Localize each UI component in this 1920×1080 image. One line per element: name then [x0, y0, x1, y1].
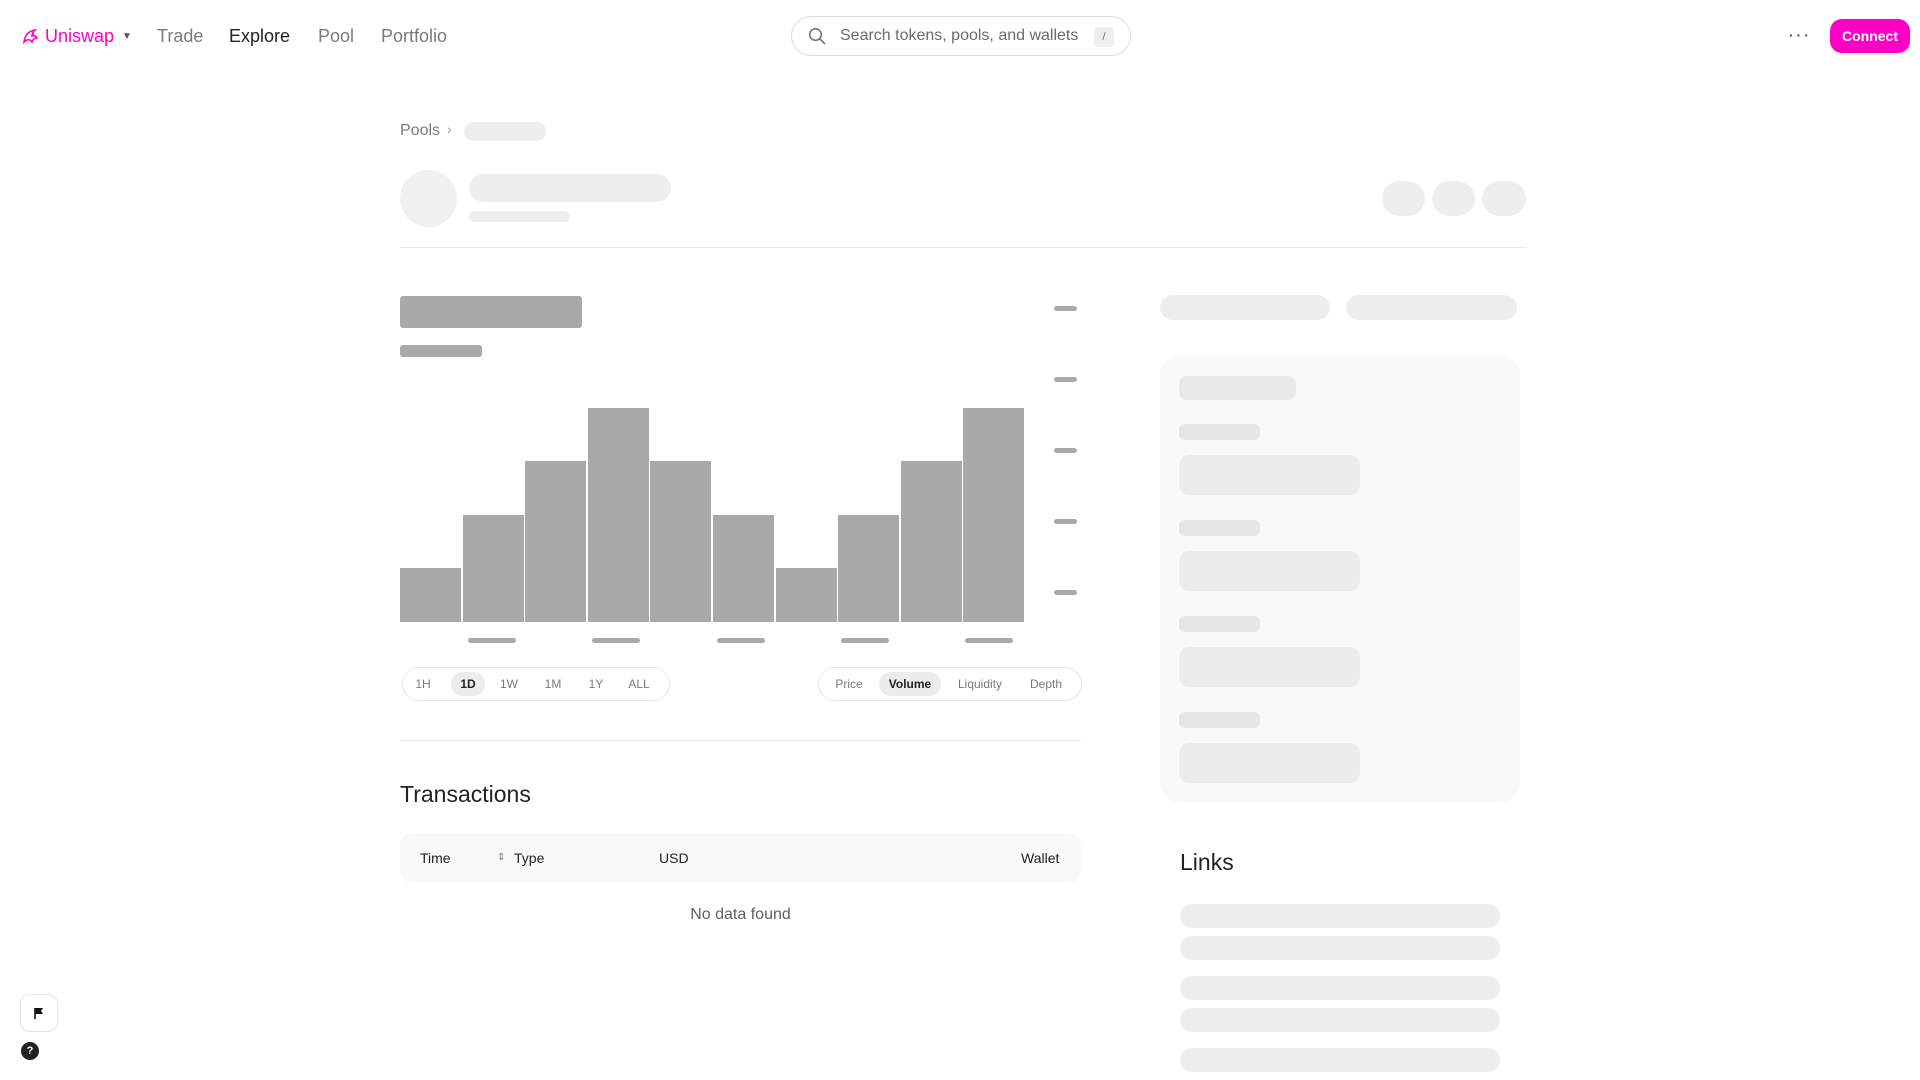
- range-1h[interactable]: 1H: [411, 672, 435, 696]
- stat-value-skeleton: [1179, 647, 1360, 687]
- brand-menu[interactable]: Uniswap ▼: [20, 24, 132, 48]
- volume-bar-placeholder: [650, 461, 711, 622]
- transactions-title: Transactions: [400, 781, 531, 807]
- stat-label-skeleton: [1179, 424, 1260, 440]
- x-tick-placeholder: [841, 638, 889, 643]
- pool-subtitle-skeleton: [469, 211, 570, 222]
- range-1y[interactable]: 1Y: [584, 672, 608, 696]
- volume-bar-placeholder: [400, 568, 461, 622]
- link-skeleton: [1180, 936, 1500, 960]
- chevron-down-icon: ▼: [122, 30, 132, 42]
- top-nav: Uniswap ▼ Trade Explore Pool Portfolio S…: [0, 0, 1920, 72]
- nav-pool[interactable]: Pool: [318, 26, 354, 47]
- volume-bar-placeholder: [963, 408, 1024, 622]
- stat-value-skeleton: [1179, 455, 1360, 495]
- transactions-table-header: Time ⇕ Type USD Wallet: [400, 833, 1081, 883]
- x-tick-placeholder: [717, 638, 765, 643]
- search-input[interactable]: Search tokens, pools, and wallets /: [791, 16, 1131, 56]
- stat-value-skeleton: [1179, 743, 1360, 783]
- feature-flags-button[interactable]: [20, 994, 58, 1032]
- link-skeleton: [1180, 1008, 1500, 1032]
- stats-panel: [1160, 355, 1520, 803]
- y-tick-placeholder: [1054, 377, 1077, 382]
- flag-icon: [34, 1008, 43, 1019]
- help-icon[interactable]: ?: [21, 1042, 39, 1060]
- chevron-right-icon: ›: [447, 121, 452, 137]
- chart-type-volume[interactable]: Volume: [879, 672, 941, 696]
- volume-bar-placeholder: [776, 568, 837, 622]
- empty-state: No data found: [690, 906, 791, 923]
- search-placeholder: Search tokens, pools, and wallets: [840, 27, 1079, 44]
- chart-divider: [400, 740, 1081, 741]
- links-title: Links: [1180, 849, 1234, 875]
- chart-type-price[interactable]: Price: [827, 672, 871, 696]
- nav-portfolio[interactable]: Portfolio: [381, 26, 447, 47]
- link-skeleton: [1180, 976, 1500, 1000]
- y-tick-placeholder: [1054, 448, 1077, 453]
- range-1m[interactable]: 1M: [541, 672, 565, 696]
- pool-logo-skeleton: [400, 170, 457, 227]
- nav-trade[interactable]: Trade: [157, 26, 203, 47]
- uniswap-logo-icon: [22, 28, 39, 45]
- col-time[interactable]: Time: [420, 850, 451, 866]
- stat-label-skeleton: [1179, 616, 1260, 632]
- header-action-skeleton: [1432, 181, 1475, 216]
- header-action-skeleton: [1482, 181, 1526, 216]
- range-1w[interactable]: 1W: [497, 672, 521, 696]
- header-divider: [400, 247, 1526, 248]
- y-tick-placeholder: [1054, 306, 1077, 311]
- stat-label-skeleton: [1179, 520, 1260, 536]
- more-icon[interactable]: ···: [1786, 22, 1812, 48]
- volume-bar-placeholder: [463, 515, 524, 622]
- y-tick-placeholder: [1054, 519, 1077, 524]
- chart-value-skeleton: [400, 296, 582, 328]
- link-skeleton: [1180, 1048, 1500, 1072]
- volume-bar-placeholder: [588, 408, 649, 622]
- token-button-skeleton: [1346, 295, 1517, 320]
- x-tick-placeholder: [592, 638, 640, 643]
- col-type[interactable]: Type: [514, 850, 544, 866]
- chart-type-selector: Price Volume Liquidity Depth: [818, 667, 1082, 701]
- col-wallet[interactable]: Wallet: [1021, 850, 1059, 866]
- x-tick-placeholder: [965, 638, 1013, 643]
- y-tick-placeholder: [1054, 590, 1077, 595]
- range-all[interactable]: ALL: [625, 672, 653, 696]
- stat-value-skeleton: [1179, 551, 1360, 591]
- nav-explore[interactable]: Explore: [229, 26, 290, 47]
- range-1d[interactable]: 1D: [451, 672, 485, 696]
- chart-type-depth[interactable]: Depth: [1019, 672, 1073, 696]
- chart-date-skeleton: [400, 345, 482, 357]
- time-range-selector: 1H 1D 1W 1M 1Y ALL: [402, 667, 670, 701]
- connect-button[interactable]: Connect: [1830, 19, 1910, 53]
- brand-label: Uniswap: [45, 25, 115, 46]
- stats-title-skeleton: [1179, 376, 1296, 400]
- header-action-skeleton: [1382, 181, 1425, 216]
- volume-bar-placeholder: [838, 515, 899, 622]
- token-button-skeleton: [1160, 295, 1330, 320]
- volume-bar-placeholder: [713, 515, 774, 622]
- x-tick-placeholder: [468, 638, 516, 643]
- volume-bar-placeholder: [901, 461, 962, 622]
- sort-icon[interactable]: ⇕: [497, 852, 505, 863]
- stat-label-skeleton: [1179, 712, 1260, 728]
- search-icon: [808, 27, 826, 45]
- breadcrumb-pools[interactable]: Pools: [400, 122, 440, 140]
- link-skeleton: [1180, 904, 1500, 928]
- volume-bar-placeholder: [525, 461, 586, 622]
- chart-type-liquidity[interactable]: Liquidity: [948, 672, 1012, 696]
- breadcrumb-pool-skeleton: [464, 122, 546, 141]
- pool-title-skeleton: [469, 174, 671, 202]
- col-usd[interactable]: USD: [659, 850, 689, 866]
- search-shortcut-badge: /: [1094, 27, 1114, 47]
